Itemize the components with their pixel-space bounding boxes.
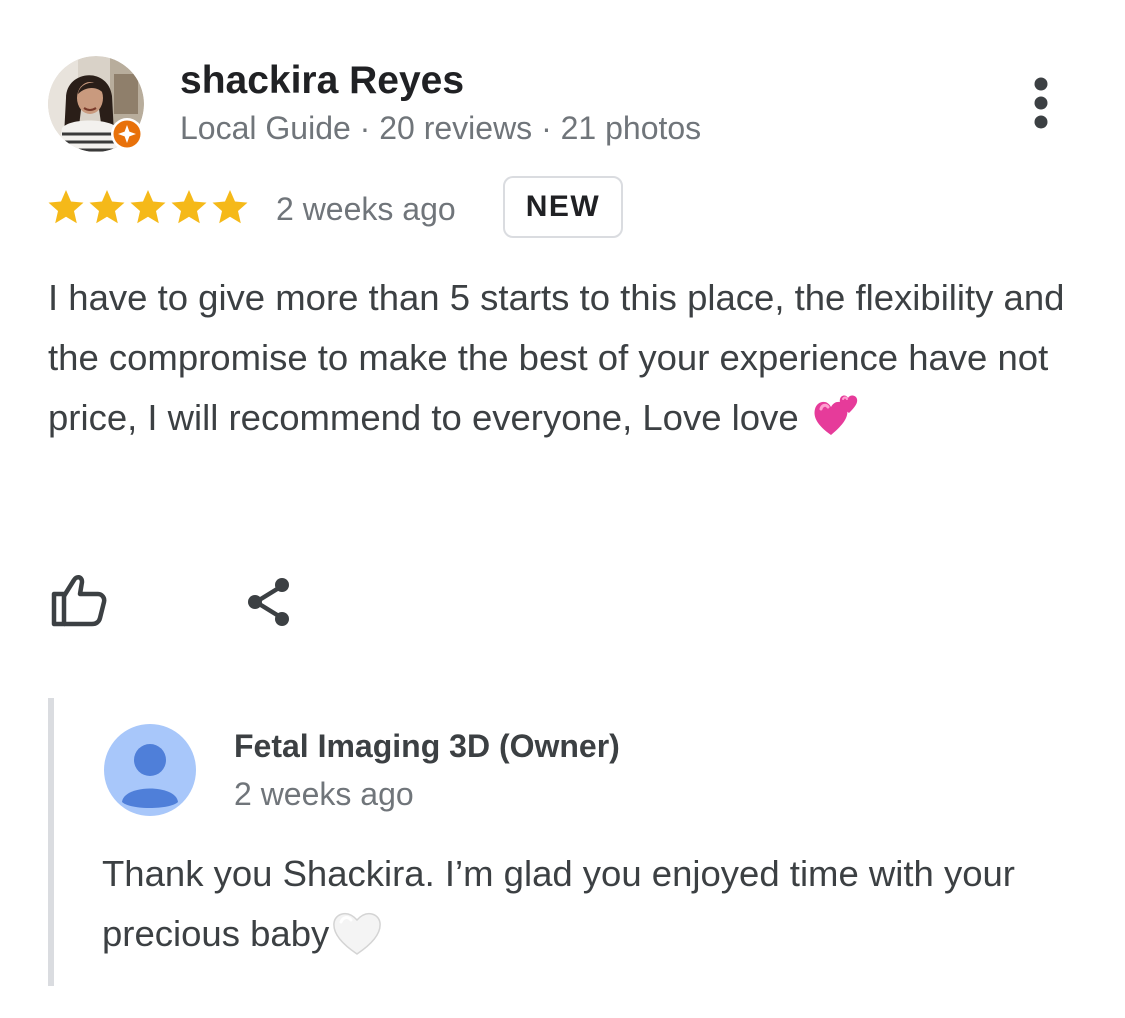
- reviewer-meta: Local Guide · 20 reviews · 21 photos: [180, 110, 702, 146]
- review-date: 2 weeks ago: [276, 191, 456, 227]
- more-vert-icon: [1034, 77, 1048, 129]
- owner-name: Fetal Imaging 3D (Owner): [234, 728, 620, 764]
- two-hearts-emoji: [814, 395, 857, 436]
- review-text-body: I have to give more than 5 starts to thi…: [48, 277, 1065, 438]
- owner-reply-date: 2 weeks ago: [234, 776, 414, 812]
- star-icon: [89, 190, 125, 224]
- reviewer-avatar[interactable]: [48, 56, 144, 152]
- thumbs-up-icon: [51, 575, 107, 627]
- owner-reply: Fetal Imaging 3D (Owner) 2 weeks ago Tha…: [48, 698, 1088, 986]
- local-guide-badge-icon: [111, 118, 143, 150]
- star-icon: [212, 190, 248, 224]
- owner-reply-text-body: Thank you Shackira. I’m glad you enjoyed…: [102, 853, 1015, 954]
- default-person-avatar-icon[interactable]: [104, 724, 196, 816]
- review-text: I have to give more than 5 starts to thi…: [48, 268, 1068, 448]
- share-icon: [248, 578, 289, 626]
- reply-divider-bar: [48, 698, 54, 986]
- more-options-button[interactable]: [1018, 74, 1064, 136]
- star-icon: [48, 190, 84, 224]
- star-rating: [46, 187, 250, 229]
- share-button[interactable]: [242, 574, 298, 630]
- reviewer-name[interactable]: shackira Reyes: [180, 58, 464, 104]
- star-icon: [171, 190, 207, 224]
- owner-reply-text: Thank you Shackira. I’m glad you enjoyed…: [102, 844, 1082, 964]
- new-badge: NEW: [503, 176, 623, 238]
- white-heart-emoji: [333, 913, 382, 956]
- star-icon: [130, 190, 166, 224]
- like-button[interactable]: [46, 572, 110, 628]
